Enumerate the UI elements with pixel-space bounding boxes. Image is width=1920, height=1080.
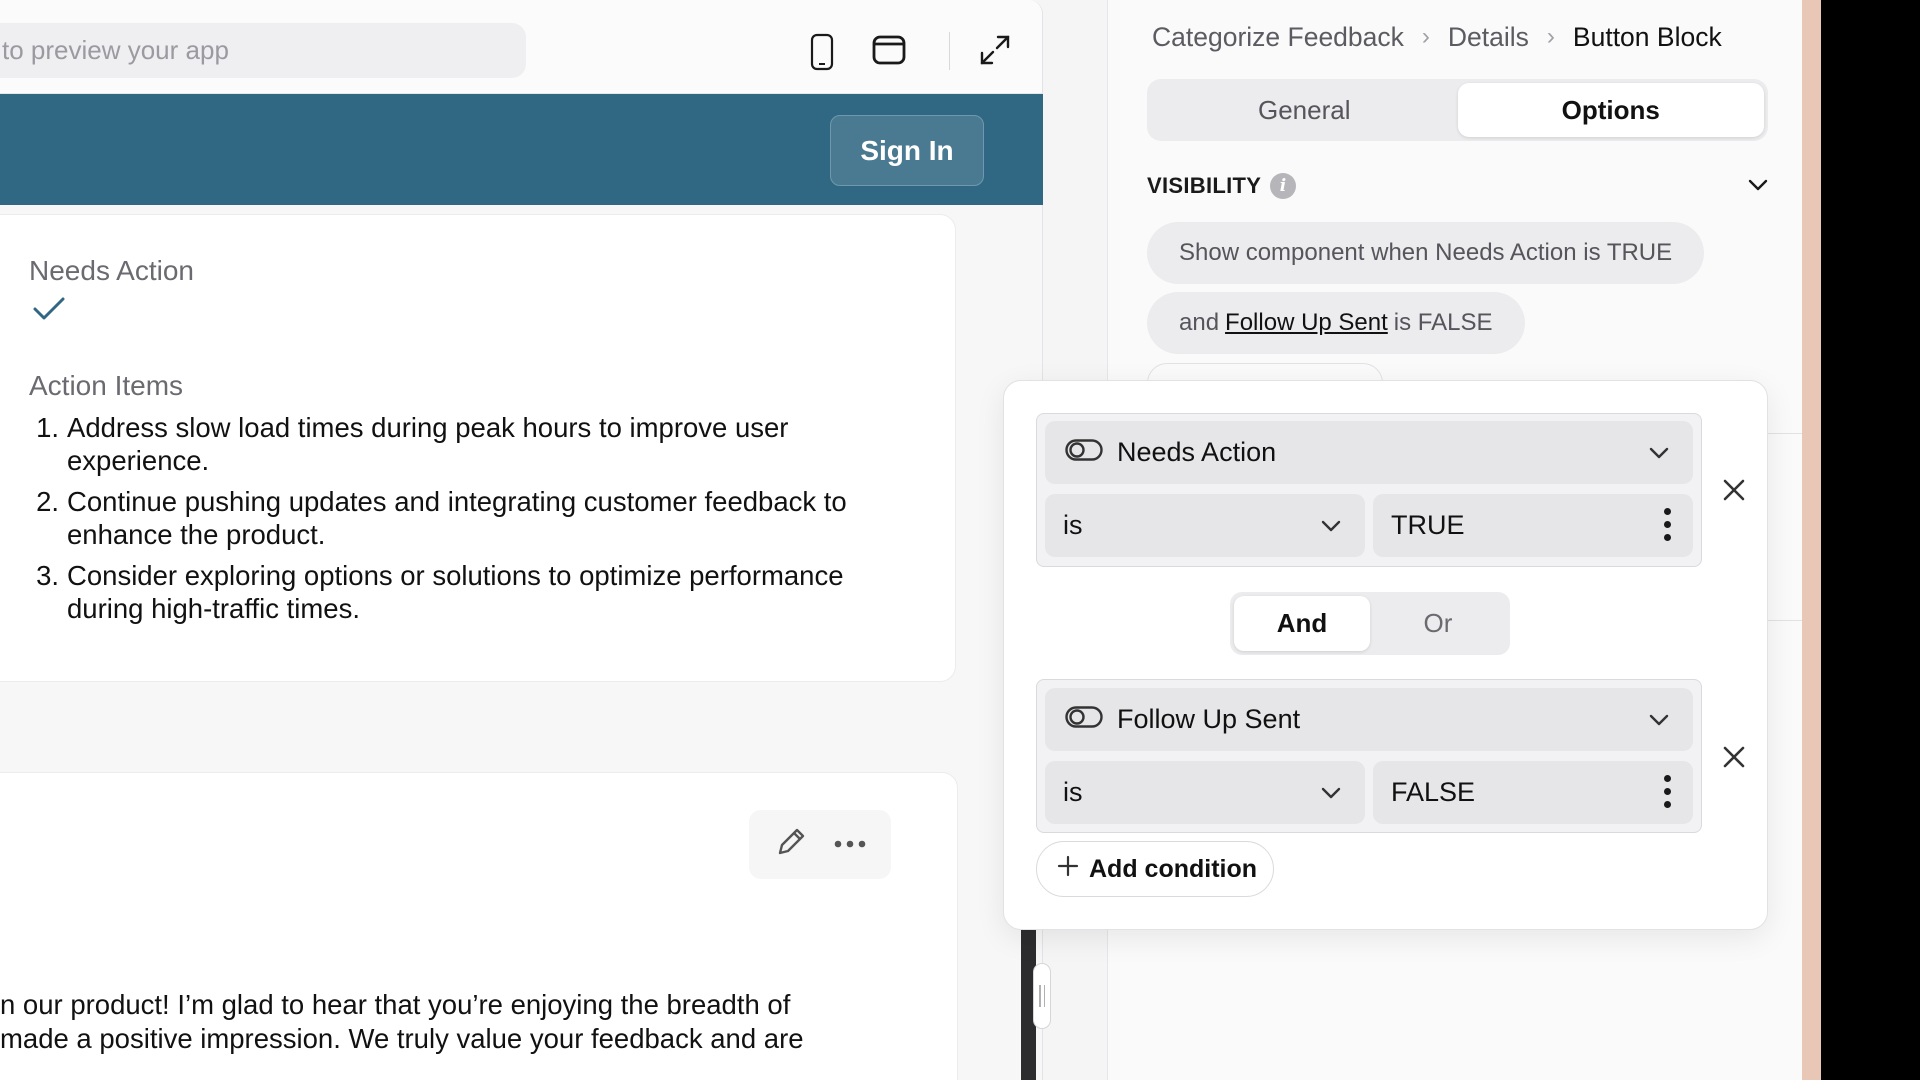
window-edge [1821, 0, 1920, 1080]
toggle-icon [1065, 437, 1103, 468]
list-item: 1. Address slow load times during peak h… [36, 412, 789, 476]
expand-icon[interactable] [978, 33, 1012, 67]
and-option[interactable]: And [1234, 596, 1370, 651]
window-edge [1802, 0, 1821, 1080]
condition-value-field[interactable]: FALSE [1373, 761, 1693, 824]
checkmark-icon [32, 296, 66, 327]
chevron-down-icon [1647, 441, 1671, 472]
remove-condition-button[interactable] [1717, 740, 1751, 774]
more-vertical-icon[interactable] [1663, 775, 1671, 808]
visibility-summary-pill[interactable]: Show component when Needs Action is TRUE [1147, 222, 1705, 284]
chevron-down-icon[interactable] [1746, 173, 1770, 202]
card-actions [749, 810, 891, 879]
breadcrumb: Categorize Feedback › Details › Button B… [1152, 20, 1722, 54]
list-item: 2. Continue pushing updates and integrat… [36, 486, 847, 550]
divider [1768, 433, 1802, 434]
breadcrumb-current: Button Block [1572, 21, 1722, 52]
condition-field-select[interactable]: Follow Up Sent [1045, 688, 1693, 751]
tab-general[interactable]: General [1151, 83, 1458, 137]
chevron-down-icon [1319, 781, 1343, 812]
close-icon [1723, 746, 1745, 768]
chevron-down-icon [1647, 708, 1671, 739]
list-item: 3. Consider exploring options or solutio… [36, 560, 844, 624]
visibility-heading: VISIBILITY [1147, 173, 1262, 198]
add-condition-button[interactable]: Add condition [1036, 841, 1274, 897]
pencil-icon[interactable] [774, 825, 808, 864]
condition-operator-select[interactable]: is [1045, 494, 1365, 557]
message-body: n our product! I’m glad to hear that you… [0, 989, 804, 1054]
mobile-view-icon[interactable] [808, 32, 836, 72]
condition-operator-select[interactable]: is [1045, 761, 1365, 824]
action-items-label: Action Items [29, 370, 184, 401]
tab-options[interactable]: Options [1457, 83, 1764, 137]
toggle-icon [1065, 704, 1103, 735]
visibility-summary-pill[interactable]: and Follow Up Sent is FALSE [1147, 292, 1525, 354]
toolbar-divider [949, 32, 950, 70]
combinator-toggle: And Or [1230, 592, 1510, 655]
info-icon[interactable]: i [1270, 173, 1296, 199]
condition-value-field[interactable]: TRUE [1373, 494, 1693, 557]
condition-field-select[interactable]: Needs Action [1045, 421, 1693, 484]
or-option[interactable]: Or [1370, 596, 1506, 651]
preview-url-input[interactable] [0, 23, 526, 78]
plus-icon [1057, 855, 1079, 884]
sign-in-button[interactable]: Sign In [830, 115, 984, 186]
divider [1768, 620, 1802, 621]
remove-condition-button[interactable] [1717, 473, 1751, 507]
tablet-view-icon[interactable] [871, 33, 907, 67]
close-icon [1723, 479, 1745, 501]
needs-action-label: Needs Action [29, 255, 194, 286]
action-items-list: 1. Address slow load times during peak h… [29, 411, 909, 633]
resize-handle[interactable] [1033, 963, 1051, 1029]
more-horizontal-icon[interactable] [833, 836, 867, 854]
properties-tabs: General Options [1147, 79, 1768, 141]
chevron-down-icon [1319, 514, 1343, 545]
more-vertical-icon[interactable] [1663, 508, 1671, 541]
chevron-right-icon: › [1421, 23, 1430, 50]
chevron-right-icon: › [1546, 23, 1555, 50]
breadcrumb-item[interactable]: Categorize Feedback [1152, 22, 1404, 53]
breadcrumb-item[interactable]: Details [1448, 22, 1529, 53]
